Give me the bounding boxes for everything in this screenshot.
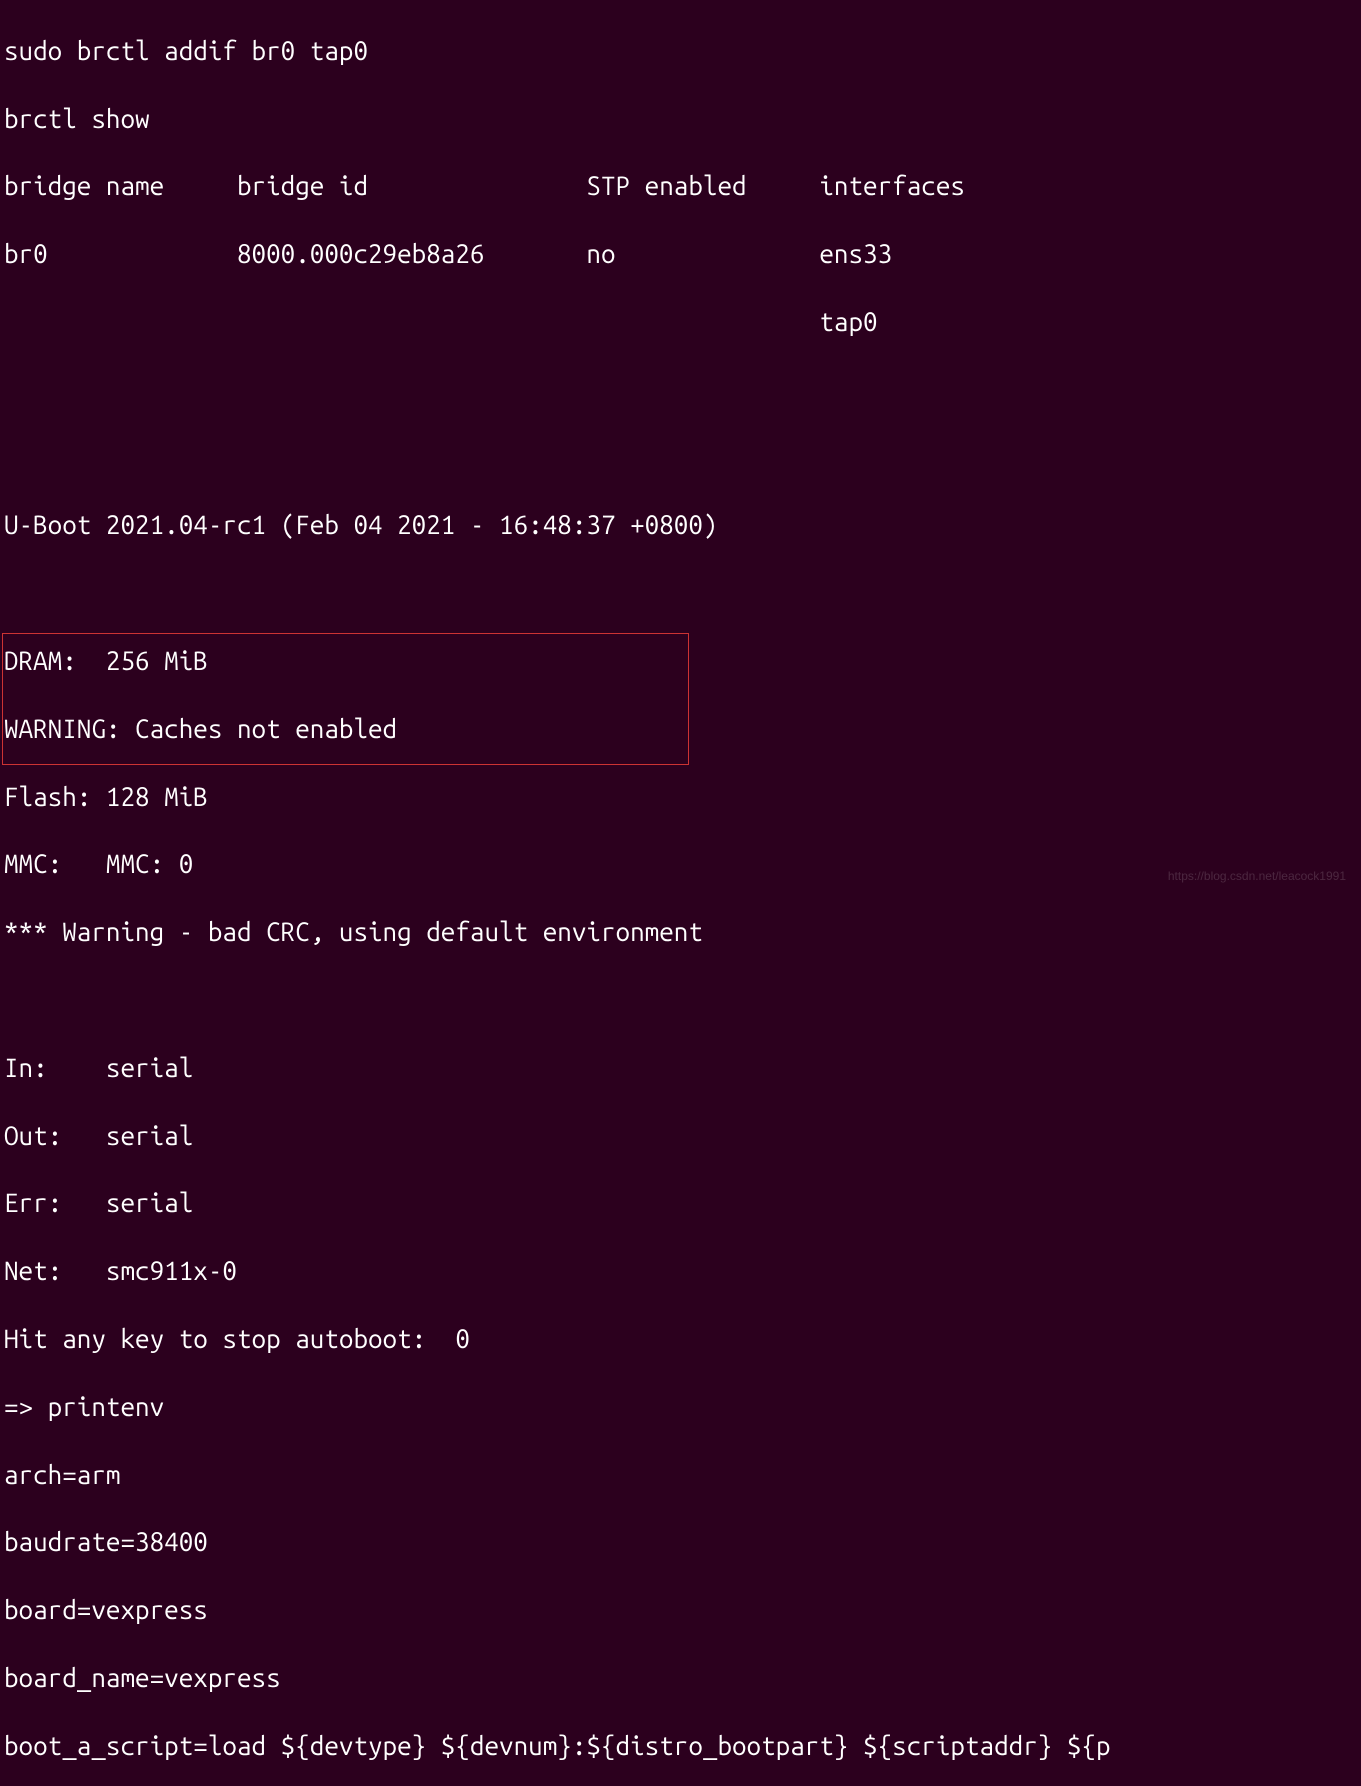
terminal-line: => printenv (4, 1390, 1357, 1424)
terminal-line: Net: smc911x-0 (4, 1254, 1357, 1288)
terminal-line: WARNING: Caches not enabled (4, 712, 1357, 746)
terminal-line: arch=arm (4, 1458, 1357, 1492)
terminal-line: board_name=vexpress (4, 1661, 1357, 1695)
terminal-output[interactable]: sudo brctl addif br0 tap0 brctl show bri… (0, 0, 1361, 1786)
terminal-line: Hit any key to stop autoboot: 0 (4, 1322, 1357, 1356)
terminal-line: U-Boot 2021.04-rc1 (Feb 04 2021 - 16:48:… (4, 508, 1357, 542)
terminal-line (4, 441, 1357, 475)
terminal-line: In: serial (4, 1051, 1357, 1085)
terminal-line: MMC: MMC: 0 (4, 847, 1357, 881)
terminal-line: Out: serial (4, 1119, 1357, 1153)
terminal-line: boot_a_script=load ${devtype} ${devnum}:… (4, 1729, 1357, 1763)
terminal-line: sudo brctl addif br0 tap0 (4, 34, 1357, 68)
terminal-line: tap0 (4, 305, 1357, 339)
terminal-line: *** Warning - bad CRC, using default env… (4, 915, 1357, 949)
terminal-line (4, 576, 1357, 610)
terminal-line: bridge name bridge id STP enabled interf… (4, 169, 1357, 203)
terminal-line: brctl show (4, 102, 1357, 136)
terminal-line: DRAM: 256 MiB (4, 644, 1357, 678)
watermark-text: https://blog.csdn.net/leacock1991 (1168, 869, 1346, 885)
terminal-line: board=vexpress (4, 1593, 1357, 1627)
terminal-line (4, 983, 1357, 1017)
terminal-line: Flash: 128 MiB (4, 780, 1357, 814)
terminal-line: baudrate=38400 (4, 1525, 1357, 1559)
terminal-line (4, 373, 1357, 407)
terminal-line: br0 8000.000c29eb8a26 no ens33 (4, 237, 1357, 271)
terminal-line: Err: serial (4, 1186, 1357, 1220)
